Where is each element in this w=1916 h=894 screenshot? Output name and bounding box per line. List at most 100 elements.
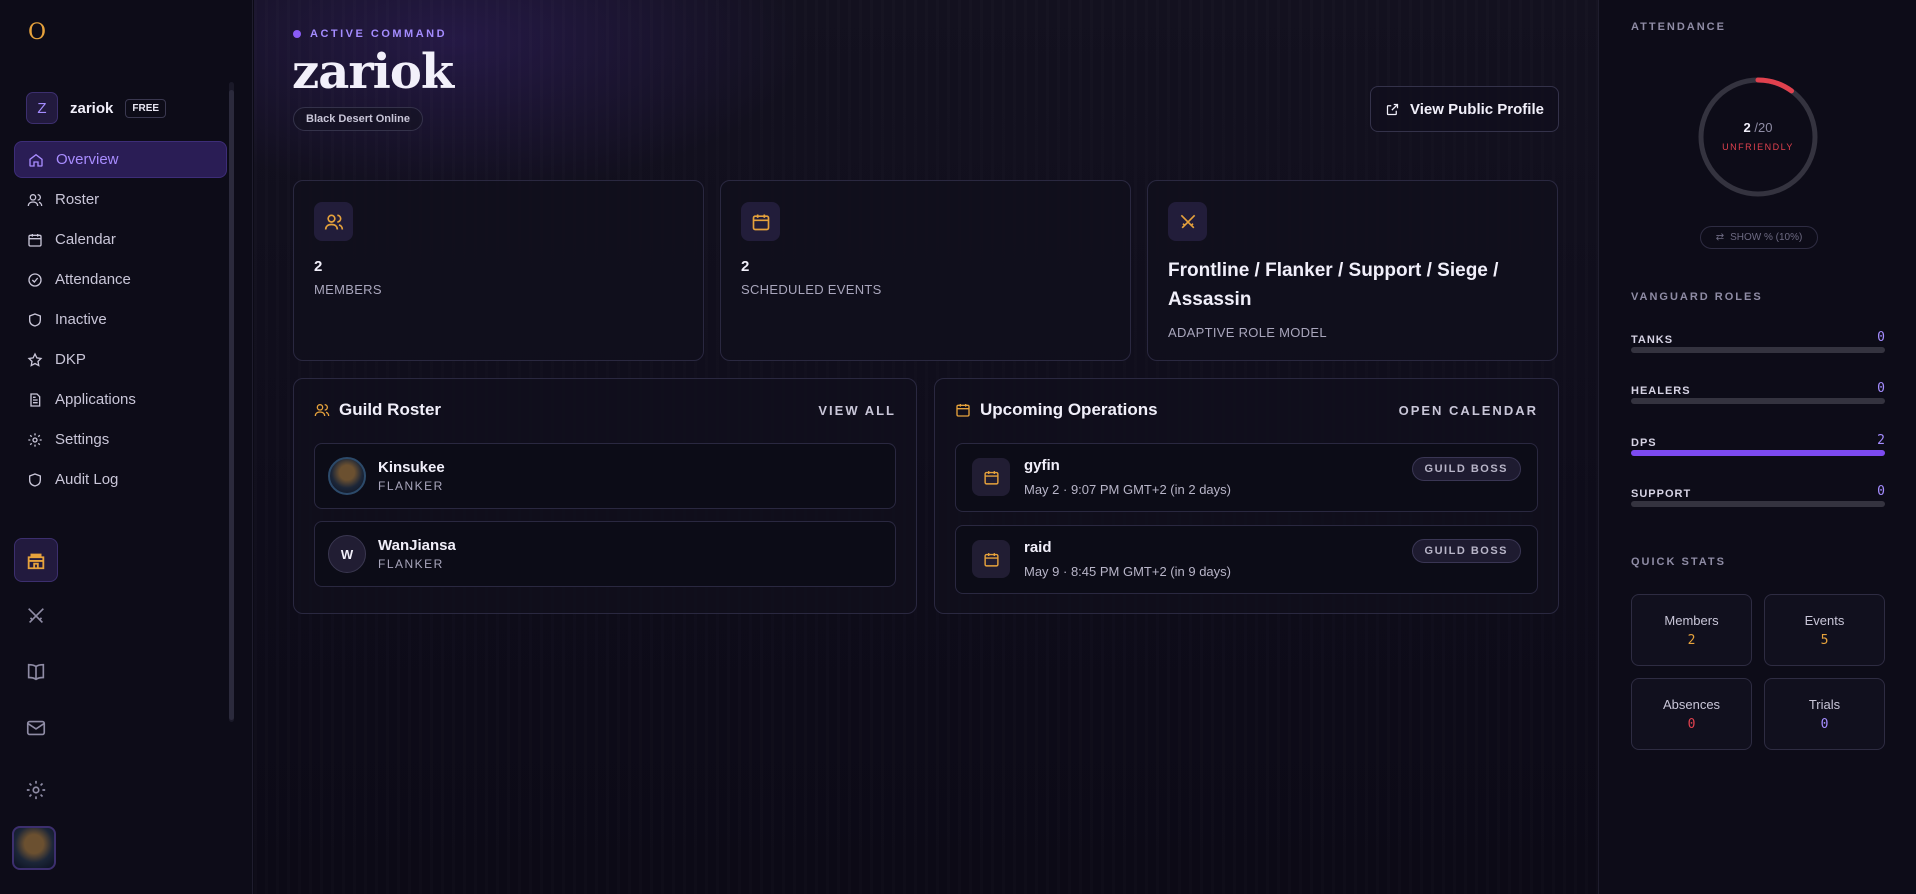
sidebar-item-inactive[interactable]: Inactive bbox=[14, 301, 227, 338]
view-public-profile-label: View Public Profile bbox=[1410, 100, 1544, 118]
open-calendar-link[interactable]: OPEN CALENDAR bbox=[1399, 403, 1538, 418]
roles-stat-card[interactable]: Frontline / Flanker / Support / Siege / … bbox=[1147, 180, 1558, 361]
quick-stat-events[interactable]: Events 5 bbox=[1764, 594, 1885, 666]
sidebar-item-calendar[interactable]: Calendar bbox=[14, 221, 227, 258]
role-name: HEALERS bbox=[1631, 385, 1691, 397]
roster-row[interactable]: Kinsukee FLANKER bbox=[314, 443, 896, 509]
avatar: W bbox=[328, 535, 366, 573]
calendar-icon bbox=[983, 470, 999, 485]
swap-icon: ⇄ bbox=[1715, 232, 1725, 243]
eyebrow-label: ACTIVE COMMAND bbox=[310, 28, 448, 40]
panel-header: Guild Roster VIEW ALL bbox=[314, 399, 896, 421]
quick-stat-absences[interactable]: Absences 0 bbox=[1631, 678, 1752, 750]
user-avatar[interactable] bbox=[12, 826, 56, 870]
members-stat-card[interactable]: 2 MEMBERS bbox=[293, 180, 704, 361]
sidebar-scrollbar-thumb[interactable] bbox=[229, 90, 234, 720]
sidebar-item-settings[interactable]: Settings bbox=[14, 421, 227, 458]
sidebar-item-roster[interactable]: Roster bbox=[14, 181, 227, 218]
panel-title-text: Upcoming Operations bbox=[980, 400, 1158, 419]
role-name: SUPPORT bbox=[1631, 488, 1692, 500]
event-time: May 2 · 9:07 PM GMT+2 (in 2 days) bbox=[1024, 482, 1231, 497]
external-link-icon bbox=[1386, 103, 1399, 115]
quick-stat-label: Absences bbox=[1662, 697, 1721, 712]
rail-guide-button[interactable] bbox=[14, 650, 58, 694]
document-icon bbox=[30, 392, 41, 407]
sidebar-item-label: DKP bbox=[55, 351, 86, 368]
calendar-icon bbox=[956, 404, 970, 417]
role-count: 0 bbox=[1877, 330, 1885, 345]
attendance-max: /20 bbox=[1754, 120, 1773, 135]
right-panel: ATTENDANCE 2 /20 UNFRIENDLY ⇄ SHOW % (10… bbox=[1598, 0, 1916, 894]
brand-logo[interactable]: O bbox=[26, 20, 48, 46]
event-type-badge: GUILD BOSS bbox=[1411, 457, 1521, 481]
panel-title: Guild Roster bbox=[314, 400, 441, 420]
calendar-icon bbox=[983, 552, 999, 567]
role-row-support: SUPPORT 0 bbox=[1631, 484, 1885, 507]
members-label: MEMBERS bbox=[314, 282, 382, 297]
rail-settings-button[interactable] bbox=[14, 768, 58, 812]
role-name: DPS bbox=[1631, 437, 1657, 449]
attendance-count: 2 bbox=[1743, 120, 1751, 135]
view-public-profile-button[interactable]: View Public Profile bbox=[1370, 86, 1559, 132]
rail-combat-button[interactable] bbox=[14, 594, 58, 638]
calendar-icon bbox=[28, 233, 42, 247]
users-icon bbox=[314, 404, 330, 417]
show-percent-toggle[interactable]: ⇄ SHOW % (10%) bbox=[1700, 226, 1818, 249]
status-dot bbox=[293, 30, 301, 38]
event-row[interactable]: gyfin May 2 · 9:07 PM GMT+2 (in 2 days) … bbox=[955, 443, 1538, 512]
sidebar-item-label: Inactive bbox=[55, 311, 107, 328]
sidebar-item-label: Applications bbox=[55, 391, 136, 408]
guild-switcher[interactable]: Z zariok FREE bbox=[26, 92, 167, 124]
rail-guild-button[interactable] bbox=[14, 538, 58, 582]
quick-stat-members[interactable]: Members 2 bbox=[1631, 594, 1752, 666]
users-icon bbox=[324, 214, 343, 230]
role-bar bbox=[1631, 347, 1885, 353]
quick-stat-value: 0 bbox=[1687, 717, 1696, 732]
role-count: 0 bbox=[1877, 484, 1885, 499]
events-label: SCHEDULED EVENTS bbox=[741, 282, 882, 297]
sidebar-item-label: Attendance bbox=[55, 271, 131, 288]
plan-badge: FREE bbox=[125, 98, 167, 118]
sidebar-item-label: Overview bbox=[56, 151, 119, 168]
game-chip: Black Desert Online bbox=[293, 107, 423, 131]
sidebar-item-audit-log[interactable]: Audit Log bbox=[14, 461, 227, 498]
home-icon bbox=[29, 153, 43, 167]
role-bar bbox=[1631, 501, 1885, 507]
role-row-healers: HEALERS 0 bbox=[1631, 381, 1885, 404]
quick-stat-trials[interactable]: Trials 0 bbox=[1764, 678, 1885, 750]
member-name: WanJiansa bbox=[378, 537, 456, 554]
members-count: 2 bbox=[314, 258, 323, 275]
sidebar-item-attendance[interactable]: Attendance bbox=[14, 261, 227, 298]
event-name: gyfin bbox=[1024, 457, 1060, 474]
star-icon bbox=[27, 351, 43, 367]
attendance-title: ATTENDANCE bbox=[1631, 21, 1726, 33]
guild-avatar: Z bbox=[26, 92, 58, 124]
sidebar-item-dkp[interactable]: DKP bbox=[14, 341, 227, 378]
member-name: Kinsukee bbox=[378, 459, 445, 476]
sidebar-item-applications[interactable]: Applications bbox=[14, 381, 227, 418]
events-stat-card[interactable]: 2 SCHEDULED EVENTS bbox=[720, 180, 1131, 361]
page-title: zariok bbox=[292, 44, 454, 100]
event-row[interactable]: raid May 9 · 8:45 PM GMT+2 (in 9 days) G… bbox=[955, 525, 1538, 594]
role-fill bbox=[1631, 450, 1885, 456]
rail-mail-button[interactable] bbox=[14, 706, 58, 750]
check-circle-icon bbox=[28, 272, 42, 287]
quick-stat-label: Trials bbox=[1808, 697, 1841, 712]
panel-header: Upcoming Operations OPEN CALENDAR bbox=[955, 399, 1538, 421]
role-count: 0 bbox=[1877, 381, 1885, 396]
sidebar-item-overview[interactable]: Overview bbox=[14, 141, 227, 178]
view-all-link[interactable]: VIEW ALL bbox=[818, 403, 896, 418]
event-time: May 9 · 8:45 PM GMT+2 (in 9 days) bbox=[1024, 564, 1231, 579]
upcoming-operations-panel: Upcoming Operations OPEN CALENDAR gyfin … bbox=[934, 378, 1559, 614]
main-content: ACTIVE COMMAND zariok Black Desert Onlin… bbox=[254, 0, 1598, 894]
role-bar bbox=[1631, 398, 1885, 404]
calendar-icon-tile bbox=[972, 458, 1010, 496]
guild-name: zariok bbox=[70, 99, 114, 117]
role-row-dps: DPS 2 bbox=[1631, 433, 1885, 456]
roster-row[interactable]: W WanJiansa FLANKER bbox=[314, 521, 896, 587]
quick-stat-value: 5 bbox=[1820, 633, 1829, 648]
book-icon bbox=[27, 663, 45, 681]
shield-icon bbox=[29, 472, 41, 487]
sidebar-item-label: Settings bbox=[55, 431, 110, 448]
quick-stat-label: Members bbox=[1664, 613, 1719, 628]
